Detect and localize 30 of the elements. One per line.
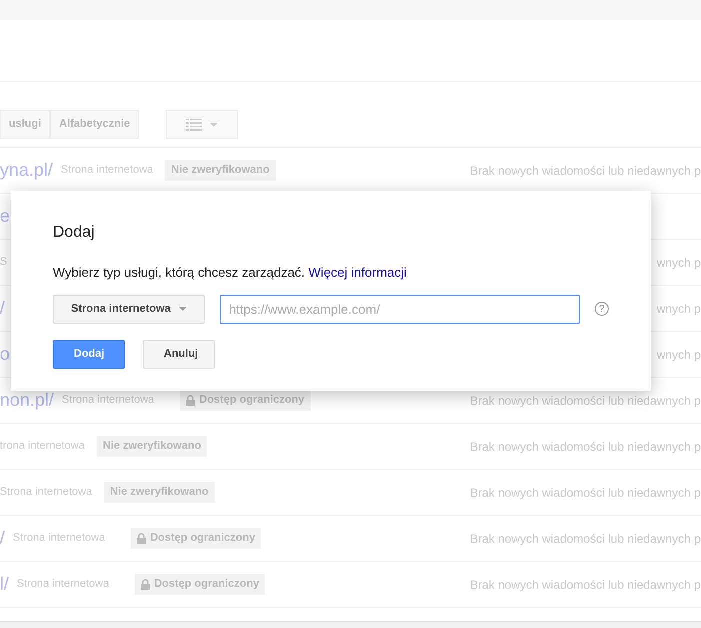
site-link[interactable]: / — [0, 525, 6, 552]
url-input-field[interactable]: https://www.example.com/ — [220, 294, 580, 324]
list-icon — [186, 118, 202, 130]
sort-button[interactable]: Alfabetycznie — [50, 110, 140, 139]
help-icon[interactable]: ? — [595, 302, 609, 316]
status-tag: Nie zweryfikowano — [104, 482, 215, 503]
site-link[interactable]: e — [0, 203, 10, 230]
site-link[interactable]: non.pl/ — [0, 387, 54, 414]
caret-icon — [178, 307, 187, 311]
site-link[interactable]: o — [0, 341, 10, 368]
dialog-text: Wybierz typ usługi, którą chcesz zarządzać. Więcej informacji — [53, 264, 408, 282]
status-tag: Nie zweryfikowano — [165, 160, 276, 181]
caret-icon — [210, 122, 218, 126]
more-info-link[interactable]: Więcej informacji — [308, 265, 407, 280]
status-tag: Dostęp ograniczony — [131, 528, 262, 549]
view-button[interactable] — [166, 110, 238, 139]
status-tag: Nie zweryfikowano — [97, 436, 208, 457]
status-tag: Dostęp ograniczony — [135, 574, 266, 595]
status-tag: Dostęp ograniczony — [180, 390, 311, 411]
service-type-dropdown[interactable]: Strona internetowa — [53, 294, 206, 324]
sort-button[interactable]: usługi — [0, 110, 50, 139]
dialog-title: Dodaj — [53, 223, 96, 243]
lock-icon — [137, 533, 146, 544]
cancel-button[interactable]: Anuluj — [143, 340, 215, 368]
lock-icon — [186, 395, 196, 406]
site-link[interactable]: yna.pl/ — [0, 157, 54, 184]
add-button[interactable]: Dodaj — [53, 340, 125, 368]
lock-icon — [141, 579, 150, 590]
site-link[interactable]: l/ — [0, 571, 9, 598]
site-link[interactable]: / — [0, 295, 6, 322]
